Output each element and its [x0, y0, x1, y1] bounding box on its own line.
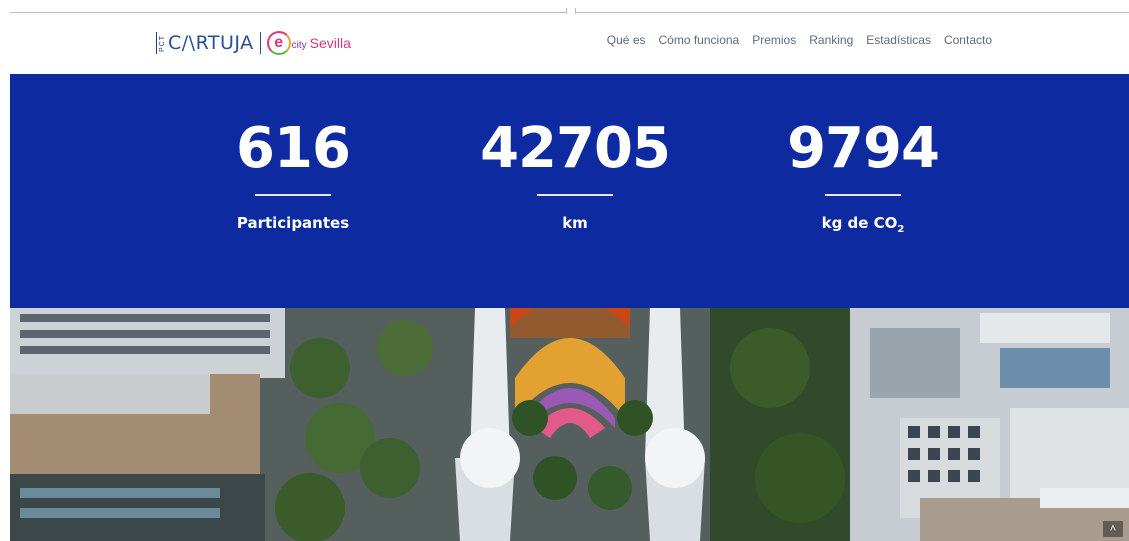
stat-value: 616: [236, 116, 351, 181]
stat-label: km: [562, 214, 588, 232]
stat-label: Participantes: [236, 214, 350, 232]
site-logo[interactable]: PCT C/\RTUJA e city Sevilla: [156, 28, 351, 58]
nav-item-contacto[interactable]: Contacto: [944, 33, 992, 47]
aerial-photo: ˄: [10, 308, 1129, 541]
stat-co2: 9794 kg de CO2: [733, 74, 993, 235]
ecity-e-icon: e: [266, 31, 291, 55]
stat-label-main: kg de CO: [821, 214, 898, 232]
stat-label: kg de CO2: [733, 214, 993, 235]
nav-item-premios[interactable]: Premios: [752, 33, 796, 47]
nav-item-estadisticas[interactable]: Estadísticas: [866, 33, 931, 47]
stat-divider: [537, 194, 613, 196]
stat-value: 42705: [480, 116, 671, 181]
logo-separator: [259, 32, 261, 54]
pct-logo-letters: PCT: [159, 34, 166, 52]
nav-item-que-es[interactable]: Qué es: [607, 33, 646, 47]
pct-logo-bar: [156, 32, 157, 54]
ecity-sevilla-logo: e city Sevilla: [266, 31, 351, 55]
scroll-to-top-button[interactable]: ˄: [1103, 521, 1123, 537]
stat-divider: [255, 194, 331, 196]
stats-banner: 616 Participantes 42705 km 9794 kg de CO…: [10, 74, 1129, 308]
site-header: PCT C/\RTUJA e city Sevilla Qué es Cómo …: [10, 14, 1129, 74]
ecity-sevilla-text: Sevilla: [309, 35, 351, 51]
pct-cartuja-logo: PCT C/\RTUJA: [156, 32, 254, 54]
main-nav: Qué es Cómo funciona Premios Ranking Est…: [607, 33, 992, 47]
stat-label-subscript: 2: [897, 224, 905, 235]
nav-item-como-funciona[interactable]: Cómo funciona: [659, 33, 740, 47]
cartuja-wordmark: C/\RTUJA: [168, 32, 254, 54]
ecity-city-text: city: [291, 39, 307, 51]
stat-divider: [825, 194, 901, 196]
nav-item-ranking[interactable]: Ranking: [809, 33, 853, 47]
stat-value: 9794: [787, 116, 940, 181]
stat-km: 42705 km: [445, 74, 705, 232]
aerial-photo-illustration: [10, 308, 1129, 541]
stat-participants: 616 Participantes: [163, 74, 423, 232]
